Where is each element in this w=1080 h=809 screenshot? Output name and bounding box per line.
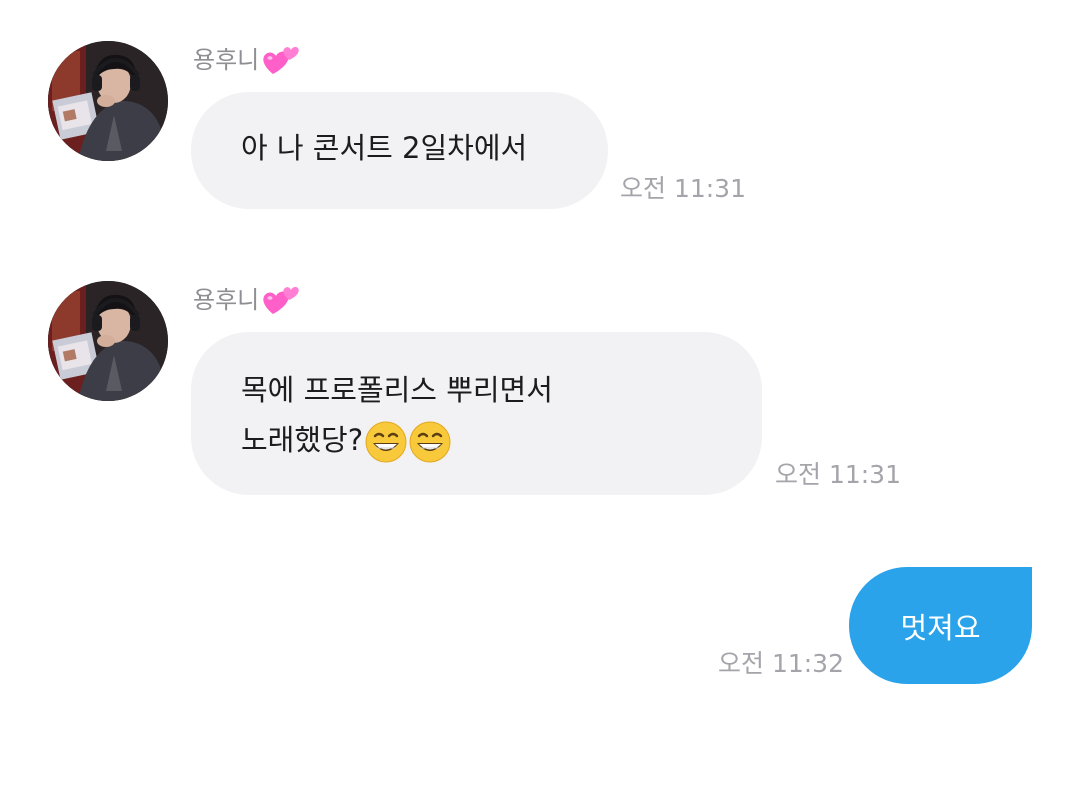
sender-name: 용후니 (193, 44, 299, 76)
message-text-line-2: 노래했당? (241, 415, 762, 465)
message-text-line-1: 목에 프로폴리스 뿌리면서 (241, 373, 553, 407)
message-timestamp: 오전 11:32 (718, 649, 844, 678)
message-text: 노래했당? (241, 423, 364, 457)
sender-name-label: 용후니 (193, 286, 260, 314)
two-hearts-icon (263, 46, 299, 74)
message-timestamp: 오전 11:31 (620, 174, 746, 203)
grinning-face-icon (409, 421, 452, 463)
avatar[interactable] (48, 281, 168, 401)
sender-name-label: 용후니 (193, 46, 260, 74)
grinning-face-icon (365, 421, 408, 463)
message-bubble-incoming[interactable]: 목에 프로폴리스 뿌리면서 노래했당? (191, 332, 762, 495)
message-text: 멋져요 (900, 610, 981, 645)
message-bubble-incoming[interactable]: 아 나 콘서트 2일차에서 (191, 92, 608, 209)
avatar-image (48, 281, 168, 401)
message-text: 아 나 콘서트 2일차에서 (241, 131, 528, 165)
two-hearts-icon (263, 286, 299, 314)
avatar-image (48, 41, 168, 161)
emoji-group (363, 421, 452, 463)
message-timestamp: 오전 11:31 (775, 460, 901, 489)
sender-name: 용후니 (193, 284, 299, 316)
message-bubble-outgoing[interactable]: 멋져요 (849, 567, 1032, 684)
avatar[interactable] (48, 41, 168, 161)
